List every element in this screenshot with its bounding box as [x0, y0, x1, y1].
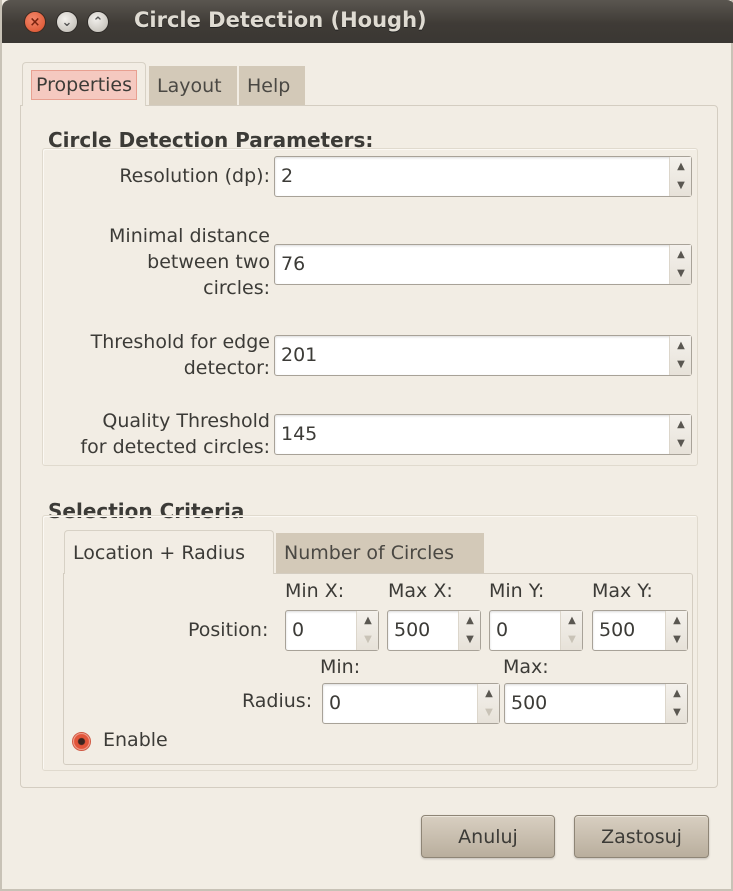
spin-down-icon[interactable]: ▼ [670, 434, 692, 453]
tab-number-of-circles[interactable]: Number of Circles [276, 533, 484, 573]
max-y-spinbox[interactable]: 500 ▲ ▼ [592, 610, 688, 651]
radius-min-header: Min: [320, 656, 361, 678]
max-x-input[interactable]: 500 [394, 611, 430, 650]
quality-threshold-label: Quality Threshold for detected circles: [42, 408, 270, 460]
spin-buttons: ▲ ▼ [669, 245, 691, 284]
tab-layout-label: Layout [157, 75, 222, 97]
min-x-input[interactable]: 0 [292, 611, 304, 650]
spin-up-icon[interactable]: ▲ [670, 415, 692, 434]
max-y-input[interactable]: 500 [599, 611, 635, 650]
tab-location-radius-label: Location + Radius [73, 541, 246, 564]
resolution-label: Resolution (dp): [62, 163, 270, 189]
tab-help[interactable]: Help [239, 66, 305, 106]
min-y-input[interactable]: 0 [496, 611, 508, 650]
tab-properties[interactable]: Properties [22, 62, 147, 106]
radius-min-spinbox[interactable]: 0 ▲ ▼ [322, 683, 500, 724]
spin-down-icon[interactable]: ▼ [357, 630, 379, 649]
enable-label[interactable]: Enable [103, 729, 168, 751]
spin-up-icon[interactable]: ▲ [670, 336, 692, 355]
spin-buttons: ▲ ▼ [477, 684, 499, 723]
spin-up-icon[interactable]: ▲ [666, 611, 688, 630]
position-label: Position: [188, 619, 269, 641]
tab-help-label: Help [247, 75, 291, 97]
radius-min-input[interactable]: 0 [329, 684, 341, 723]
min-y-spinbox[interactable]: 0 ▲ ▼ [489, 610, 583, 651]
window-title: Circle Detection (Hough) [134, 8, 427, 32]
spin-down-icon[interactable]: ▼ [670, 355, 692, 374]
min-distance-label: Minimal distance between two circles: [42, 223, 270, 301]
spin-down-icon[interactable]: ▼ [670, 176, 692, 195]
edge-threshold-input[interactable]: 201 [281, 336, 317, 375]
enable-radio[interactable] [72, 732, 91, 751]
spin-buttons: ▲ ▼ [669, 157, 691, 196]
spin-up-icon[interactable]: ▲ [666, 684, 688, 703]
min-x-spinbox[interactable]: 0 ▲ ▼ [285, 610, 379, 651]
spin-up-icon[interactable]: ▲ [459, 611, 481, 630]
spin-down-icon[interactable]: ▼ [459, 630, 481, 649]
title-bar: × ⌄ ⌃ Circle Detection (Hough) [2, 0, 733, 43]
spin-down-icon[interactable]: ▼ [666, 630, 688, 649]
spin-up-icon[interactable]: ▲ [670, 245, 692, 264]
quality-threshold-spinbox[interactable]: 145 ▲ ▼ [274, 414, 692, 455]
spin-up-icon[interactable]: ▲ [561, 611, 583, 630]
tab-layout[interactable]: Layout [149, 66, 237, 106]
spin-down-icon[interactable]: ▼ [561, 630, 583, 649]
resolution-input[interactable]: 2 [281, 157, 293, 196]
radius-max-spinbox[interactable]: 500 ▲ ▼ [504, 683, 688, 724]
min-distance-spinbox[interactable]: 76 ▲ ▼ [274, 244, 692, 285]
tab-number-of-circles-label: Number of Circles [284, 542, 454, 564]
max-y-header: Max Y: [592, 580, 653, 602]
radius-max-input[interactable]: 500 [511, 684, 547, 723]
max-x-spinbox[interactable]: 500 ▲ ▼ [387, 610, 481, 651]
spin-buttons: ▲ ▼ [669, 336, 691, 375]
tab-location-radius[interactable]: Location + Radius [64, 530, 274, 574]
spin-down-icon[interactable]: ▼ [478, 703, 500, 722]
quality-threshold-input[interactable]: 145 [281, 415, 317, 454]
spin-buttons: ▲ ▼ [356, 611, 378, 650]
apply-button[interactable]: Zastosuj [574, 815, 709, 858]
spin-up-icon[interactable]: ▲ [478, 684, 500, 703]
minimize-icon[interactable]: ⌄ [56, 11, 78, 33]
label-line: between two [147, 251, 270, 273]
maximize-icon[interactable]: ⌃ [87, 11, 109, 33]
spin-down-icon[interactable]: ▼ [666, 703, 688, 722]
edge-threshold-label: Threshold for edge detector: [42, 329, 270, 381]
label-line: Resolution (dp): [119, 165, 270, 187]
spin-buttons: ▲ ▼ [458, 611, 480, 650]
min-distance-input[interactable]: 76 [281, 245, 305, 284]
spin-buttons: ▲ ▼ [665, 611, 687, 650]
edge-threshold-spinbox[interactable]: 201 ▲ ▼ [274, 335, 692, 376]
label-line: Quality Threshold [102, 410, 270, 432]
label-line: for detected circles: [80, 436, 270, 458]
spin-buttons: ▲ ▼ [665, 684, 687, 723]
radius-label: Radius: [242, 690, 313, 712]
spin-up-icon[interactable]: ▲ [670, 157, 692, 176]
spin-buttons: ▲ ▼ [669, 415, 691, 454]
min-y-header: Min Y: [489, 580, 545, 602]
radius-max-header: Max: [503, 656, 549, 678]
close-icon[interactable]: × [24, 11, 46, 33]
resolution-spinbox[interactable]: 2 ▲ ▼ [274, 156, 692, 197]
spin-down-icon[interactable]: ▼ [670, 264, 692, 283]
label-line: Minimal distance [109, 225, 270, 247]
min-x-header: Min X: [285, 580, 345, 602]
label-line: Threshold for edge [90, 331, 270, 353]
dialog-window: × ⌄ ⌃ Circle Detection (Hough) Propertie… [0, 0, 733, 891]
tab-properties-label: Properties [31, 69, 138, 100]
cancel-button[interactable]: Anuluj [421, 815, 555, 858]
label-line: detector: [183, 357, 270, 379]
spin-buttons: ▲ ▼ [560, 611, 582, 650]
max-x-header: Max X: [388, 580, 453, 602]
label-line: circles: [203, 277, 270, 299]
spin-up-icon[interactable]: ▲ [357, 611, 379, 630]
